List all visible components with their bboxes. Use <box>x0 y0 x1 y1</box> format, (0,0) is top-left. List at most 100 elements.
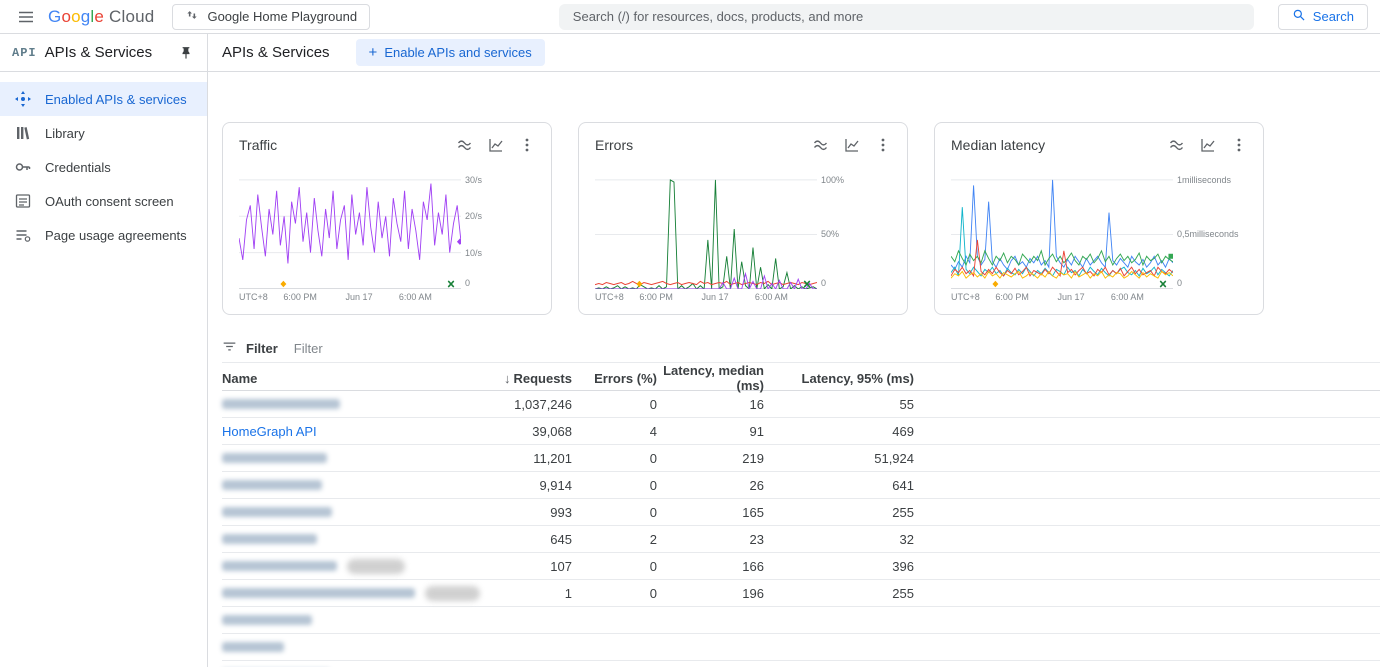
sidebar-item-label: Library <box>45 126 85 141</box>
area-toggle-icon[interactable] <box>813 137 829 153</box>
redacted-api-name[interactable] <box>222 534 317 544</box>
x-axis-label: UTC+8 <box>951 292 980 302</box>
column-header-latency-median-ms-[interactable]: Latency, median (ms) <box>663 363 770 393</box>
sort-desc-icon: ↓ <box>504 371 511 386</box>
redacted-api-name[interactable] <box>222 561 337 571</box>
column-header-requests[interactable]: ↓Requests <box>480 371 578 386</box>
table-row <box>222 607 1380 634</box>
more-options-icon[interactable] <box>875 137 891 153</box>
redacted-api-name[interactable] <box>222 399 340 409</box>
traffic-card: Traffic30/s20/s10/s0UTC+86:00 PMJun 176:… <box>222 122 552 315</box>
search-input[interactable] <box>559 4 1254 30</box>
traffic-plot-svg <box>239 169 461 289</box>
filter-icon <box>222 339 237 359</box>
column-header-name[interactable]: Name <box>222 371 480 386</box>
area-toggle-icon[interactable] <box>1169 137 1185 153</box>
more-options-icon[interactable] <box>519 137 535 153</box>
requests-cell: 39,068 <box>480 424 578 439</box>
errors-cell: 0 <box>578 451 663 466</box>
median-latency-title: Median latency <box>951 137 1169 153</box>
sidebar-item-label: Enabled APIs & services <box>45 92 187 107</box>
column-header-latency-95-ms-[interactable]: Latency, 95% (ms) <box>770 371 920 386</box>
x-axis-label: Jun 17 <box>1058 292 1085 302</box>
requests-cell: 107 <box>480 559 578 574</box>
sidebar: Enabled APIs & services Library Credential… <box>0 72 208 667</box>
median-latency-plot-svg <box>951 169 1173 289</box>
apis-services-logo-icon: API <box>12 46 37 60</box>
redacted-api-name[interactable] <box>222 453 327 463</box>
redacted-api-name[interactable] <box>222 588 415 598</box>
search-button-label: Search <box>1313 9 1354 24</box>
sidebar-item-oauth-consent-screen[interactable]: OAuth consent screen <box>0 184 207 218</box>
table-row: 64522332 <box>222 526 1380 553</box>
api-link[interactable]: HomeGraph API <box>222 424 317 439</box>
y-axis-zero-label: 0 <box>465 278 470 288</box>
sidebar-item-library[interactable]: Library <box>0 116 207 150</box>
enable-apis-button[interactable]: + Enable APIs and services <box>356 39 545 66</box>
hamburger-menu-icon[interactable] <box>14 5 38 29</box>
google-cloud-logo[interactable]: Google Cloud <box>48 7 154 27</box>
header-band: API APIs & Services APIs & Services + En… <box>0 34 1380 72</box>
column-header-label: Latency, 95% (ms) <box>802 371 914 386</box>
api-name-cell <box>222 534 480 544</box>
requests-cell: 11,201 <box>480 451 578 466</box>
requests-cell: 1,037,246 <box>480 397 578 412</box>
latency-median-cell: 23 <box>663 532 770 547</box>
enabled-apis-icon <box>14 90 32 108</box>
table-body: 1,037,24601655HomeGraph API39,0684914691… <box>222 391 1380 667</box>
redacted-api-name[interactable] <box>222 507 332 517</box>
sidebar-item-label: OAuth consent screen <box>45 194 174 209</box>
filter-bar[interactable]: Filter Filter <box>222 335 1380 363</box>
sidebar-item-label: Credentials <box>45 160 111 175</box>
y-axis-label: 1milliseconds <box>1177 175 1231 185</box>
sidebar-item-page-usage-agreements[interactable]: Page usage agreements <box>0 218 207 252</box>
errors-x-axis: UTC+86:00 PMJun 176:00 AM <box>595 292 817 306</box>
more-options-icon[interactable] <box>1231 137 1247 153</box>
column-header-label: Errors (%) <box>594 371 657 386</box>
enable-apis-button-label: Enable APIs and services <box>384 45 531 60</box>
key-icon <box>14 158 32 176</box>
line-chart-icon[interactable] <box>488 137 504 153</box>
x-axis-label: 6:00 AM <box>1111 292 1144 302</box>
area-toggle-icon[interactable] <box>457 137 473 153</box>
latency-95-cell: 469 <box>770 424 920 439</box>
redacted-api-name[interactable] <box>222 642 284 652</box>
pin-icon[interactable] <box>179 46 193 60</box>
other-errors-series <box>595 274 817 289</box>
api-name-cell <box>222 642 480 652</box>
y-axis-label: 100% <box>821 175 844 185</box>
sidebar-item-enabled-apis-services[interactable]: Enabled APIs & services <box>0 82 207 116</box>
latency-median-cell: 165 <box>663 505 770 520</box>
table-row <box>222 661 1380 667</box>
table-row: 10196255 <box>222 580 1380 607</box>
table-row: 1070166396 <box>222 553 1380 580</box>
latency-95-cell: 55 <box>770 397 920 412</box>
requests-cell: 9,914 <box>480 478 578 493</box>
table-row <box>222 634 1380 661</box>
median-latency-x-axis: UTC+86:00 PMJun 176:00 AM <box>951 292 1173 306</box>
x-axis-label: 6:00 AM <box>399 292 432 302</box>
api-name-cell <box>222 615 480 625</box>
latency-95-cell: 32 <box>770 532 920 547</box>
top-bar: Google Cloud Google Home Playground Sear… <box>0 0 1380 34</box>
search-button[interactable]: Search <box>1278 4 1368 30</box>
line-chart-icon[interactable] <box>1200 137 1216 153</box>
y-axis-label: 50% <box>821 229 839 239</box>
redacted-api-name[interactable] <box>222 480 322 490</box>
x-axis-label: 6:00 PM <box>283 292 317 302</box>
errors-cell: 0 <box>578 397 663 412</box>
redacted-api-name[interactable] <box>222 615 312 625</box>
errors-title: Errors <box>595 137 813 153</box>
sidebar-item-credentials[interactable]: Credentials <box>0 150 207 184</box>
y-axis-label: 30/s <box>465 175 482 185</box>
x-axis-label: UTC+8 <box>595 292 624 302</box>
project-selector[interactable]: Google Home Playground <box>172 4 370 30</box>
sidebar-title: APIs & Services <box>45 44 153 61</box>
column-header-errors-[interactable]: Errors (%) <box>578 371 663 386</box>
agreements-icon <box>14 226 32 244</box>
line-chart-icon[interactable] <box>844 137 860 153</box>
errors-plot-svg <box>595 169 817 289</box>
page-header: APIs & Services + Enable APIs and servic… <box>208 34 1380 72</box>
table-row: 9,914026641 <box>222 472 1380 499</box>
requests-series <box>239 184 461 264</box>
